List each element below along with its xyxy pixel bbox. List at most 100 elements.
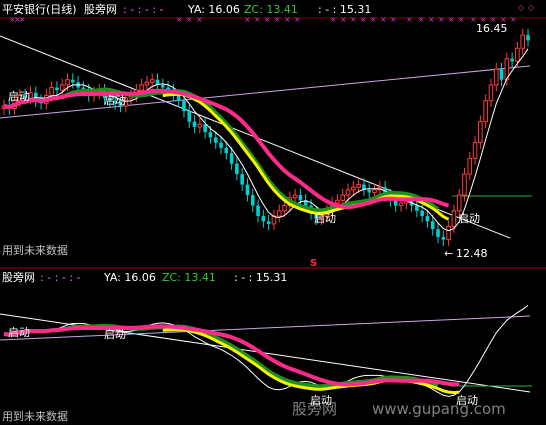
- future-data-note-bottom: 用到未来数据: [2, 409, 68, 423]
- candle-body: [250, 195, 255, 206]
- candle-body: [520, 34, 526, 49]
- candle-body: [240, 174, 244, 185]
- candle-body: [478, 121, 483, 144]
- marker-x-icon: ×: [406, 15, 413, 24]
- c-value-bottom: : - : 15.31: [234, 271, 287, 284]
- candle-body: [219, 142, 223, 148]
- marker-x-icon: ×: [448, 15, 455, 24]
- marker-x-icon: ×: [438, 15, 445, 24]
- candle-body: [462, 173, 467, 196]
- candle-body: [282, 205, 287, 212]
- diamond-icon: ◇: [518, 3, 525, 12]
- chart-stage: 平安银行(日线) 股旁网 : - : - : - YA: 16.06 ZC: 1…: [0, 2, 546, 423]
- candle-body: [49, 87, 54, 96]
- signal-label: 启动: [314, 212, 336, 225]
- indicator-name[interactable]: 股旁网: [84, 2, 117, 16]
- candle-body: [356, 184, 361, 188]
- candle-body: [298, 195, 303, 201]
- candlesticks: [1, 28, 530, 246]
- signal-label-bottom: 启动: [8, 326, 30, 339]
- marker-x-icon: ×: [340, 15, 347, 24]
- candle-body: [446, 226, 451, 241]
- candle-body: [493, 68, 499, 86]
- header-dashes-bottom: : - : - : -: [40, 271, 81, 284]
- candle-body: [472, 142, 478, 159]
- candle-body: [208, 132, 213, 138]
- candle-body: [340, 194, 346, 201]
- candle-body: [335, 199, 340, 204]
- ya-value: YA: 16.06: [187, 3, 240, 16]
- candle-body: [197, 123, 203, 128]
- marker-x-icon: ×: [390, 15, 397, 24]
- marker-x-icon: ×: [330, 15, 337, 24]
- candle-body: [65, 79, 70, 86]
- candle-body: [351, 186, 356, 191]
- low-price-label: 12.48: [456, 247, 488, 260]
- candle-body: [415, 205, 419, 211]
- candle-body: [276, 210, 282, 217]
- bottom-yellow-line: [162, 328, 460, 395]
- candle-body: [425, 216, 430, 222]
- marker-x-icon: ×: [274, 15, 281, 24]
- candle-body: [430, 221, 435, 230]
- candle-body: [483, 100, 488, 123]
- candle-body: [515, 47, 520, 62]
- ma5-line: [3, 48, 529, 232]
- candle-body: [224, 147, 229, 154]
- marker-x-icon: ×: [458, 15, 465, 24]
- signal-label: 启动: [458, 212, 480, 225]
- future-data-note-top: 用到未来数据: [2, 243, 68, 257]
- candle-body: [510, 58, 514, 62]
- candle-body: [176, 95, 181, 101]
- marker-x-icon: ×: [360, 15, 367, 24]
- candle-body: [182, 100, 186, 112]
- candle-body: [398, 202, 404, 207]
- marker-x-icon: ×: [418, 15, 425, 24]
- marker-x-icon: ×: [428, 15, 435, 24]
- candle-body: [160, 84, 165, 88]
- indicator-name-bottom[interactable]: 股旁网: [2, 270, 35, 284]
- marker-x-icon: ×: [294, 15, 301, 24]
- low-arrow-icon: ←: [444, 247, 453, 260]
- candle-body: [203, 124, 207, 133]
- signal-label: 启动: [104, 94, 126, 107]
- marker-x-icon: ×: [244, 15, 251, 24]
- candle-body: [441, 237, 446, 240]
- watermark-url: www.gupang.com: [372, 400, 506, 418]
- marker-x-icon: ×: [380, 15, 387, 24]
- marker-x-icon: ×: [370, 15, 377, 24]
- candle-body: [345, 189, 351, 196]
- candle-body: [235, 163, 239, 175]
- candle-body: [451, 210, 457, 228]
- zc-value-bottom: ZC: 13.41: [162, 271, 216, 284]
- candle-body: [59, 84, 65, 91]
- marker-x-icon: ×: [264, 15, 271, 24]
- marker-x-icon: ×: [19, 15, 26, 24]
- candle-body: [499, 69, 504, 80]
- marker-x-icon: ×: [350, 15, 357, 24]
- bottom-signal-labels: 启动 启动启动 启动: [8, 326, 478, 407]
- candle-body: [144, 81, 150, 86]
- candle-body: [256, 205, 260, 217]
- candle-body: [229, 153, 234, 164]
- candle-body: [139, 84, 144, 91]
- top-indicator-lines: [3, 48, 529, 232]
- candle-body: [71, 79, 75, 83]
- candle-body: [420, 210, 424, 217]
- candle-body: [55, 87, 59, 91]
- signal-label: 启动: [8, 90, 30, 103]
- diamond-icon: ◇: [528, 3, 535, 12]
- candle-body: [436, 229, 440, 238]
- marker-x-icon: ×: [510, 15, 517, 24]
- marker-x-icon: ×: [284, 15, 291, 24]
- s-marker-icon: S: [310, 258, 317, 269]
- candle-body: [213, 137, 218, 143]
- stock-title[interactable]: 平安银行(日线): [2, 2, 77, 16]
- candle-body: [261, 216, 266, 222]
- marker-x-icon: ×: [176, 15, 183, 24]
- candle-body: [456, 194, 462, 212]
- candle-body: [367, 189, 372, 193]
- candle-body: [245, 184, 250, 196]
- candle-body: [526, 35, 530, 41]
- candle-body: [467, 157, 473, 175]
